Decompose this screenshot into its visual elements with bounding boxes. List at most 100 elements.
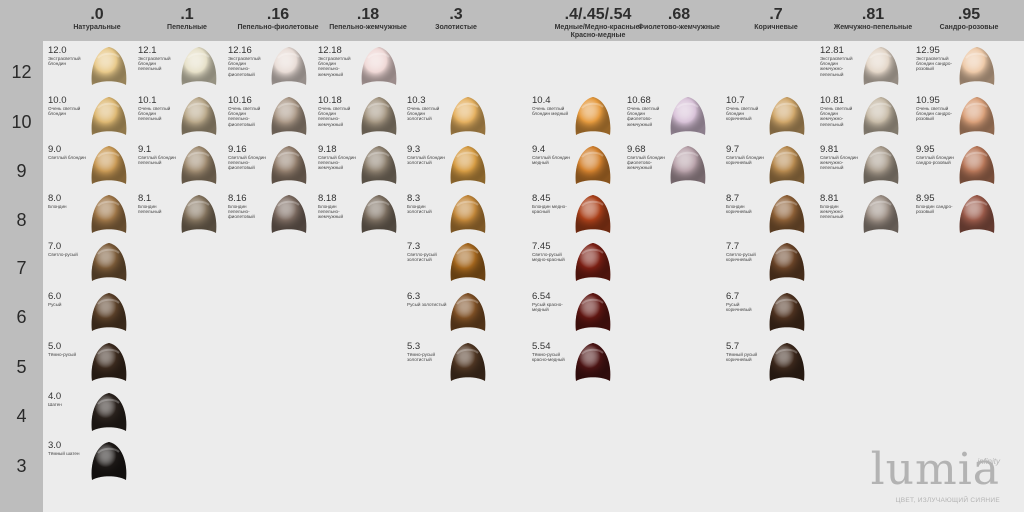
- shade-description: Блондин золотистый: [407, 204, 432, 215]
- shade-code: 9.3: [407, 144, 421, 155]
- shade-description: Светлый блондин пепельно-жемчужный: [318, 155, 356, 171]
- level-label: 10: [11, 112, 32, 132]
- hair-swatch-icon: [88, 390, 130, 433]
- column-header: .68 Фиолетово-жемчужные: [631, 0, 727, 32]
- column-code: .81: [861, 6, 885, 23]
- hair-swatch-icon: [447, 143, 489, 186]
- level-label: 7: [16, 258, 27, 278]
- shade-code: 7.45: [532, 241, 551, 252]
- shade-code: 9.18: [318, 144, 337, 155]
- hair-swatch-icon: [860, 44, 902, 87]
- hair-swatch-icon: [268, 192, 310, 235]
- shade-description: Светло-русый золотистый: [407, 252, 437, 263]
- shade-description: Очень светлый блондин жемчужно-пепельный: [820, 106, 853, 127]
- shade-swatch-cell: 10.18 Очень светлый блондин пепельно-жемч…: [318, 93, 410, 139]
- shade-code: 10.3: [407, 95, 426, 106]
- hair-swatch-icon: [447, 240, 489, 283]
- hair-swatch-icon: [88, 439, 130, 482]
- hair-swatch-icon: [766, 340, 808, 383]
- hair-swatch-icon: [766, 290, 808, 333]
- column-header: .16 Пепельно-фиолетовые: [232, 0, 324, 32]
- shade-swatch-cell: 9.3 Светлый блондин золотистый: [407, 142, 499, 188]
- shade-description: Очень светлый блондин: [48, 106, 81, 117]
- shade-description: Очень светлый блондин коричневый: [726, 106, 759, 122]
- hair-swatch-icon: [447, 192, 489, 235]
- brand-tagline: ЦВЕТ, ИЗЛУЧАЮЩИЙ СИЯНИЕ: [895, 497, 1000, 504]
- column-code: .0: [90, 6, 104, 23]
- shade-description: Блондин: [48, 204, 67, 209]
- shade-swatch-cell: 9.1 Светлый блондин пепельный: [138, 142, 230, 188]
- shade-code: 6.7: [726, 291, 740, 302]
- shade-swatch-cell: 7.0 Светло-русый: [48, 239, 140, 285]
- shade-code: 8.81: [820, 193, 839, 204]
- shade-swatch-cell: 12.1 Экстрасветлый блондин пепельный: [138, 43, 230, 89]
- shade-description: Светлый блондин пепельный: [138, 155, 176, 166]
- hair-swatch-icon: [956, 44, 998, 87]
- shade-code: 10.16: [228, 95, 252, 106]
- shade-code: 7.7: [726, 241, 740, 252]
- shade-code: 5.0: [48, 341, 62, 352]
- hair-swatch-icon: [178, 192, 220, 235]
- shade-description: Тёмный русый коричневый: [726, 352, 758, 363]
- shade-description: Блондин пепельный: [138, 204, 162, 215]
- shade-description: Светло-русый коричневый: [726, 252, 756, 263]
- shade-swatch-cell: 8.45 Блондин медно-красный: [532, 191, 624, 237]
- column-name: Натуральные: [73, 24, 121, 31]
- hair-swatch-icon: [766, 240, 808, 283]
- column-code: .16: [266, 6, 290, 23]
- shade-code: 9.1: [138, 144, 152, 155]
- hair-swatch-icon: [268, 143, 310, 186]
- shade-description: Экстрасветлый блондин пепельно-жемчужный: [318, 56, 351, 77]
- hair-swatch-icon: [572, 290, 614, 333]
- shade-code: 10.7: [726, 95, 745, 106]
- shade-code: 10.18: [318, 95, 342, 106]
- shade-swatch-cell: 7.45 Светло-русый медно-красный: [532, 239, 624, 285]
- hair-swatch-icon: [572, 340, 614, 383]
- shade-swatch-cell: 7.7 Светло-русый коричневый: [726, 239, 818, 285]
- shade-code: 8.18: [318, 193, 337, 204]
- shade-swatch-cell: 5.0 Тёмно-русый: [48, 339, 140, 385]
- shade-code: 9.4: [532, 144, 546, 155]
- shade-description: Тёмно-русый: [48, 352, 77, 357]
- column-name: Золотистые: [435, 24, 477, 31]
- shade-swatch-cell: 12.18 Экстрасветлый блондин пепельно-жемч…: [318, 43, 410, 89]
- shade-code: 9.81: [820, 144, 839, 155]
- hair-swatch-icon: [447, 340, 489, 383]
- shade-code: 10.68: [627, 95, 651, 106]
- shade-swatch-cell: 9.7 Светлый блондин коричневый: [726, 142, 818, 188]
- column-code: .3: [449, 6, 463, 23]
- column-name: Жемчужно-пепельные: [833, 24, 913, 31]
- shade-code: 7.0: [48, 241, 62, 252]
- column-name: Пепельно-жемчужные: [329, 24, 407, 31]
- shade-description: Блондин пепельно-фиолетовый: [228, 204, 255, 220]
- shade-description: Очень светлый блондин фиолетово-жемчужны…: [627, 106, 660, 127]
- shade-swatch-cell: 6.0 Русый: [48, 289, 140, 335]
- hair-swatch-icon: [358, 192, 400, 235]
- hair-swatch-icon: [88, 192, 130, 235]
- shade-swatch-cell: 10.3 Очень светлый блондин золотистый: [407, 93, 499, 139]
- shade-code: 6.0: [48, 291, 62, 302]
- hair-swatch-icon: [88, 290, 130, 333]
- shade-code: 9.7: [726, 144, 740, 155]
- hair-swatch-icon: [88, 340, 130, 383]
- shade-code: 12.16: [228, 45, 252, 56]
- shade-swatch-cell: 8.7 Блондин коричневый: [726, 191, 818, 237]
- shade-swatch-cell: 5.54 Тёмно-русый красно-медный: [532, 339, 624, 385]
- column-code: .18: [356, 6, 380, 23]
- shade-code: 5.54: [532, 341, 551, 352]
- hair-swatch-icon: [766, 192, 808, 235]
- level-label: 3: [16, 456, 27, 476]
- column-name: Пепельные: [167, 24, 207, 31]
- shade-description: Очень светлый блондин пепельно-фиолетовы…: [228, 106, 261, 127]
- hair-swatch-icon: [572, 192, 614, 235]
- shade-description: Очень светлый блондин пепельно-жемчужный: [318, 106, 351, 127]
- level-label: 6: [16, 307, 27, 327]
- shade-code: 10.0: [48, 95, 67, 106]
- shade-swatch-cell: 10.16 Очень светлый блондин пепельно-фиол…: [228, 93, 320, 139]
- brand-name: lumia: [870, 444, 1000, 495]
- shade-swatch-cell: 9.18 Светлый блондин пепельно-жемчужный: [318, 142, 410, 188]
- shade-code: 12.1: [138, 45, 157, 56]
- shade-code: 12.0: [48, 45, 67, 56]
- shade-swatch-cell: 12.16 Экстрасветлый блондин пепельно-фиол…: [228, 43, 320, 89]
- shade-swatch-cell: 10.4 Очень светлый блондин медный: [532, 93, 624, 139]
